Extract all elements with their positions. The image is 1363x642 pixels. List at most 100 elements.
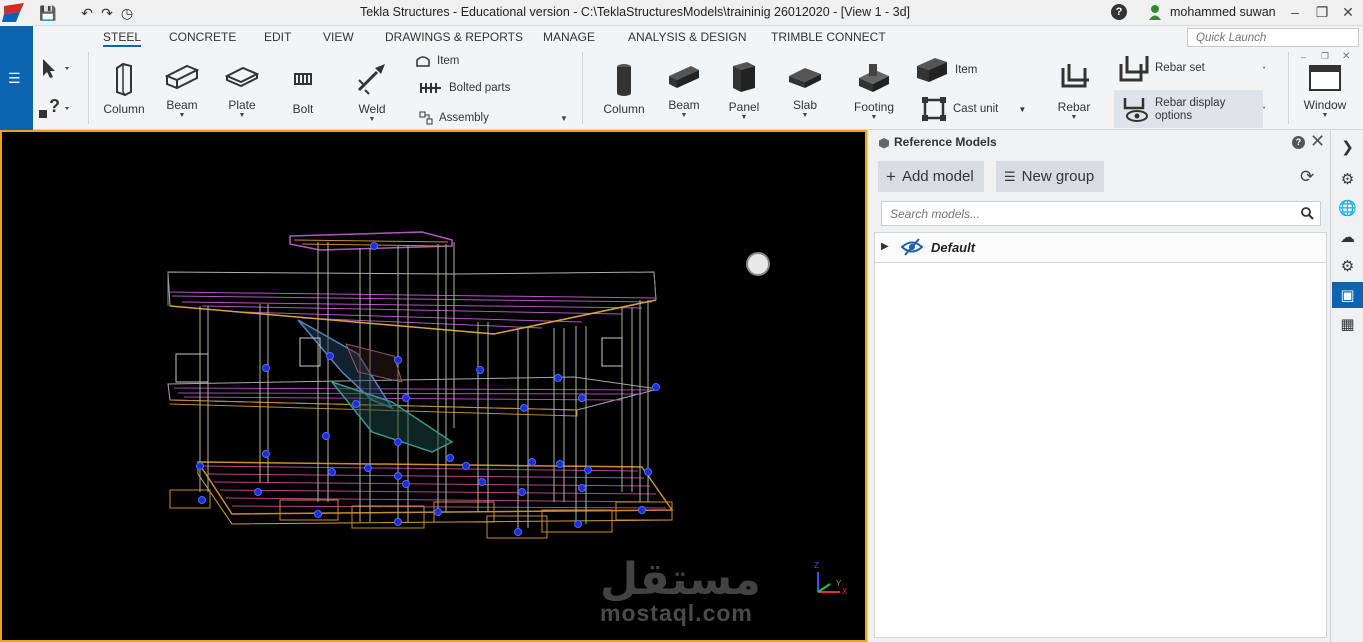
steel-plate-icon xyxy=(225,66,259,88)
weld-button[interactable]: Weld ▼ xyxy=(353,60,391,123)
expand-chevron-icon[interactable]: ▶ xyxy=(881,241,889,252)
steel-beam-button[interactable]: Beam ▼ xyxy=(161,62,203,119)
concrete-column-icon xyxy=(617,64,631,96)
bolt-button[interactable]: Bolt xyxy=(285,62,321,116)
slab-icon xyxy=(789,68,821,88)
search-models-input[interactable] xyxy=(881,201,1321,226)
help-icon[interactable]: ? xyxy=(1111,4,1127,20)
close-window-button[interactable]: ✕ xyxy=(1337,2,1359,22)
tab-trimble-connect[interactable]: TRIMBLE CONNECT xyxy=(771,30,886,44)
concrete-beam-button[interactable]: Beam ▼ xyxy=(663,62,705,119)
foundation-slab xyxy=(169,461,674,539)
list-icon: ☰ xyxy=(1004,168,1016,184)
tab-manage[interactable]: MANAGE xyxy=(543,30,595,44)
slab-button[interactable]: Slab ▼ xyxy=(784,62,826,119)
window-icon xyxy=(1309,65,1341,91)
steel-column-icon xyxy=(116,62,132,96)
ribbon-restore-icon[interactable]: ❐ xyxy=(1321,51,1329,62)
stairs xyxy=(297,319,454,453)
reference-model-list: ▶ Default xyxy=(874,232,1327,638)
model-view-3d[interactable]: Y X Z مستقل mostaql.com xyxy=(0,130,867,642)
assembly-icon xyxy=(419,111,433,125)
footing-button[interactable]: Footing ▼ xyxy=(849,62,899,121)
tab-analysis-design[interactable]: ANALYSIS & DESIGN xyxy=(628,30,746,44)
svg-text:X: X xyxy=(842,587,848,596)
menu-icon[interactable]: ☰ xyxy=(8,70,21,87)
tab-drawings-reports[interactable]: DRAWINGS & REPORTS xyxy=(385,30,523,44)
properties-gears-icon[interactable]: ⚙ xyxy=(1332,166,1363,192)
user-name[interactable]: mohammed suwan xyxy=(1170,5,1276,19)
tekla-logo-icon[interactable] xyxy=(0,0,32,26)
panel-help-icon[interactable]: ? xyxy=(1292,136,1305,149)
right-side-toolbar: ❯ ⚙ 🌐 ☁ ⚙ ▣ ▦ xyxy=(1330,130,1363,642)
footing-icon xyxy=(859,64,889,92)
tekla-app-window: 💾 ↶ ↷ ◷ Tekla Structures - Educational v… xyxy=(0,0,1363,642)
restore-button[interactable]: ❐ xyxy=(1311,2,1333,22)
rebar-button[interactable]: Rebar ▼ xyxy=(1053,62,1095,121)
add-model-button[interactable]: + Add model xyxy=(878,161,984,192)
ribbon-more-dots: • xyxy=(1263,66,1266,72)
save-icon[interactable]: 💾 xyxy=(38,3,58,23)
history-icon[interactable]: ◷ xyxy=(117,3,137,23)
hidden-eye-icon[interactable] xyxy=(901,238,923,256)
cast-unit-button[interactable]: Cast unit ▼ xyxy=(921,96,1026,122)
rebar-icon xyxy=(1061,64,1089,88)
steel-more-dropdown-icon[interactable]: ▼ xyxy=(560,114,568,123)
refresh-icon[interactable]: ⟳ xyxy=(1300,167,1314,187)
new-group-button[interactable]: ☰ New group xyxy=(996,161,1105,192)
cast-unit-dropdown-icon[interactable]: ▼ xyxy=(1018,105,1026,114)
assembly-button[interactable]: Assembly xyxy=(419,111,489,125)
rebar-set-button[interactable]: Rebar set xyxy=(1117,54,1205,82)
watermark-latin: mostaql.com xyxy=(600,600,753,626)
search-icon[interactable] xyxy=(1300,206,1314,220)
axis-indicator: Y X Z xyxy=(814,561,848,596)
steel-column-button[interactable]: Column xyxy=(101,62,147,116)
svg-text:Z: Z xyxy=(814,561,819,570)
reference-model-icon xyxy=(879,138,889,149)
globe-icon[interactable]: 🌐 xyxy=(1332,195,1363,221)
panel-close-icon[interactable]: ✕ xyxy=(1310,131,1325,152)
tab-view[interactable]: VIEW xyxy=(323,30,354,44)
ribbon-close-icon[interactable]: ✕ xyxy=(1342,51,1350,62)
ribbon-tabs: STEEL CONCRETE EDIT VIEW DRAWINGS & REPO… xyxy=(33,26,1363,48)
ribbon-minimize-icon[interactable]: – xyxy=(1301,52,1306,62)
select-tool-icon[interactable] xyxy=(37,56,71,80)
eye-icon xyxy=(1123,98,1148,122)
tab-edit[interactable]: EDIT xyxy=(264,30,291,44)
window-title: Tekla Structures - Educational version -… xyxy=(359,5,911,19)
window-button[interactable]: Window ▼ xyxy=(1299,62,1351,119)
bolted-parts-icon xyxy=(420,83,441,93)
bolt-icon xyxy=(294,73,312,85)
cast-unit-icon xyxy=(922,97,946,121)
list-item[interactable]: ▶ Default xyxy=(875,233,1326,263)
ribbon-more-dots: • xyxy=(1263,106,1266,112)
concrete-column-button[interactable]: Column xyxy=(600,62,648,116)
settings-gear-icon[interactable]: ⚙ xyxy=(1332,253,1363,279)
rebar-display-options-label: Rebar display options xyxy=(1121,96,1235,124)
minimize-button[interactable]: – xyxy=(1284,2,1306,22)
user-icon[interactable] xyxy=(1148,4,1162,20)
panel-title: Reference Models xyxy=(894,135,997,149)
reference-models-panel: Reference Models ? ✕ + Add model ☰ New g… xyxy=(867,130,1330,642)
redo-icon[interactable]: ↷ xyxy=(97,3,117,23)
shapes-catalog-icon[interactable]: ▦ xyxy=(1332,311,1363,337)
tab-concrete[interactable]: CONCRETE xyxy=(169,30,236,44)
bolted-parts-button[interactable]: Bolted parts xyxy=(419,82,510,94)
collapse-panel-chevron-icon[interactable]: ❯ xyxy=(1332,134,1363,160)
steel-item-button[interactable]: Item xyxy=(415,54,459,68)
concrete-item-button[interactable]: Item xyxy=(915,56,977,84)
cloud-icon[interactable]: ☁ xyxy=(1332,224,1363,250)
view-navigation-icon[interactable] xyxy=(746,252,770,276)
steel-plate-button[interactable]: Plate ▼ xyxy=(221,62,263,119)
inquire-tool-icon[interactable]: ? xyxy=(37,94,71,122)
undo-icon[interactable]: ↶ xyxy=(77,3,97,23)
concrete-item-icon xyxy=(917,58,947,82)
tab-steel[interactable]: STEEL xyxy=(103,30,142,47)
panel-button[interactable]: Panel ▼ xyxy=(723,60,765,121)
roof-slab xyxy=(167,271,657,335)
panel-icon xyxy=(733,62,755,92)
rebar-set-icon xyxy=(1119,56,1149,82)
quick-launch-input[interactable] xyxy=(1187,28,1359,47)
reference-models-cube-icon[interactable]: ▣ xyxy=(1332,282,1363,308)
group-name: Default xyxy=(931,240,976,255)
